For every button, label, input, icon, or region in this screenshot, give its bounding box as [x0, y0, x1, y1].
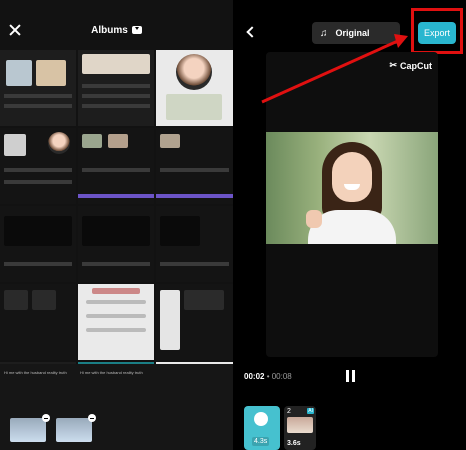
media-item[interactable] [0, 128, 76, 204]
media-item[interactable] [156, 128, 233, 204]
media-item[interactable] [78, 128, 154, 204]
audio-quality-selector[interactable]: ♫ Original [312, 22, 400, 44]
albums-dropdown[interactable]: Albums [91, 25, 142, 36]
timecode: 00:02 • 00:08 [244, 372, 292, 381]
export-button[interactable]: Export [418, 22, 456, 44]
editor-panel: ♫ Original Export ✂ CapCut 00:02 • 00:08… [236, 0, 466, 450]
clip-duration: 4.3s [252, 437, 270, 446]
selected-media-item[interactable] [56, 414, 96, 442]
media-item[interactable] [0, 284, 76, 360]
chat-snippet: Hi me with the husband reality truth [80, 370, 143, 375]
timeline-clip[interactable]: 2 AI 3.6s [284, 406, 316, 450]
albums-title: Albums [91, 24, 128, 36]
capcut-watermark: ✂ CapCut [389, 60, 432, 71]
ai-badge: AI [307, 408, 314, 414]
video-preview[interactable]: ✂ CapCut [266, 52, 438, 357]
media-item[interactable] [0, 50, 76, 126]
media-item[interactable] [78, 50, 154, 126]
preview-image [266, 132, 438, 244]
selected-media-item[interactable] [10, 414, 50, 442]
chat-snippet: Hi me with the husband reality truth [4, 370, 67, 375]
capcut-logo-icon: ✂ [389, 60, 397, 70]
pause-icon[interactable] [346, 370, 356, 382]
selected-media-row [10, 414, 96, 442]
back-icon[interactable] [246, 26, 258, 38]
clip-number: 2 [287, 408, 291, 415]
timeline-clip[interactable]: 4.3s [244, 406, 280, 450]
clip-duration: 3.6s [287, 440, 301, 447]
remove-icon[interactable] [88, 414, 96, 422]
close-icon[interactable] [9, 24, 21, 36]
remove-icon[interactable] [42, 414, 50, 422]
albums-header: Albums [0, 0, 233, 50]
time-current: 00:02 [244, 372, 265, 381]
media-item[interactable] [78, 284, 154, 360]
chevron-down-icon [131, 26, 142, 34]
music-note-icon: ♫ [320, 27, 328, 39]
edit-pen-icon [254, 412, 268, 426]
capcut-watermark-text: CapCut [400, 60, 432, 71]
media-item[interactable] [78, 206, 154, 282]
media-item[interactable] [156, 284, 233, 360]
media-item[interactable] [156, 206, 233, 282]
albums-panel: Albums Hi me with the husband reality tr… [0, 0, 233, 450]
time-total: 00:08 [271, 372, 292, 381]
audio-label: Original [335, 28, 370, 38]
time-separator: • [264, 372, 272, 381]
media-item[interactable] [0, 206, 76, 282]
media-item[interactable] [156, 50, 233, 126]
clip-thumbnail [287, 417, 313, 433]
